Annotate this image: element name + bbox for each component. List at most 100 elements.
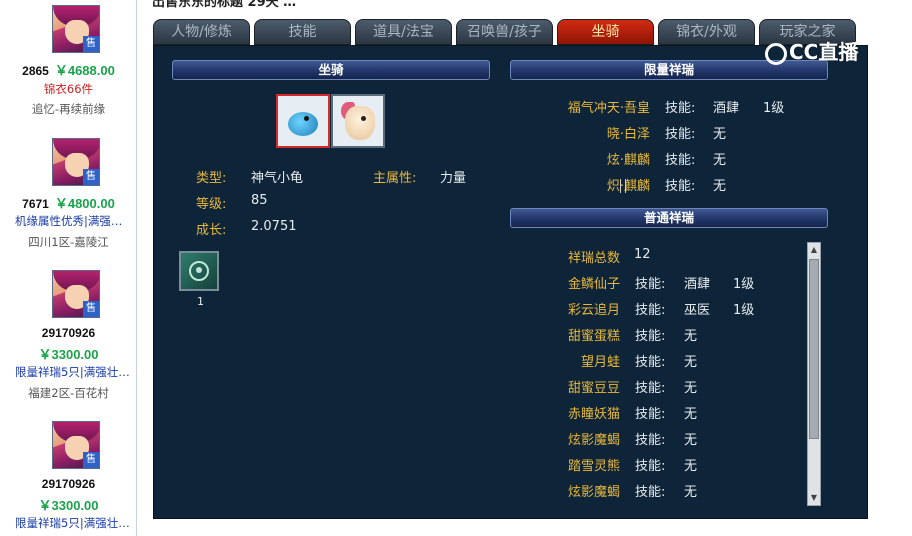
tab-items[interactable]: 道具/法宝 — [355, 19, 452, 45]
item-skill-level: 1级 — [733, 277, 755, 292]
tab-pets[interactable]: 召唤兽/孩子 — [456, 19, 553, 45]
item-name: 甜蜜豆豆 — [567, 381, 620, 396]
tab-outfits[interactable]: 锦衣/外观 — [658, 19, 755, 45]
listing-server: 四川1区-嘉陵江 — [28, 235, 109, 249]
item-skill-value: 无 — [713, 153, 727, 168]
item-name: 炽·麒麟 — [606, 179, 650, 194]
item-name: 赤瞳妖猫 — [567, 407, 620, 422]
item-skill-label: 技能: — [635, 485, 666, 500]
scroll-down-icon[interactable]: ▼ — [808, 491, 820, 505]
tab-mounts[interactable]: 坐骑 — [557, 19, 654, 45]
role-detail-panel: 人物/修炼 技能 道具/法宝 召唤兽/孩子 坐骑 锦衣/外观 玩家之家 坐骑 类… — [152, 16, 869, 520]
item-skill-value: 无 — [713, 179, 727, 194]
item-skill-label: 技能: — [635, 355, 666, 370]
level-value: 85 — [251, 193, 268, 208]
listing-price: ￥4688.00 — [54, 63, 115, 78]
item-skill-label: 技能: — [635, 381, 666, 396]
item-skill-level: 1级 — [733, 303, 755, 318]
listing-server: 追忆-再续前缘 — [31, 102, 106, 116]
listing-desc[interactable]: 限量祥瑞5只|满强壮… — [0, 515, 137, 531]
mount-tab-content: 坐骑 类型: 神气小龟 主属性: 力量 等级: 85 成长: 2.0751 1 … — [153, 45, 868, 519]
main-attr-label: 主属性: — [373, 171, 417, 186]
item-skill-label: 技能: — [665, 101, 696, 116]
item-name: 甜蜜蛋糕 — [567, 329, 620, 344]
mount-horse-icon[interactable] — [331, 94, 385, 148]
item-skill-value: 无 — [684, 485, 698, 500]
tab-character[interactable]: 人物/修炼 — [153, 19, 250, 45]
item-skill-value: 无 — [684, 407, 698, 422]
sell-badge: 售 — [83, 169, 99, 185]
item-name: 炫·麒麟 — [606, 153, 650, 168]
listing-desc[interactable]: 限量祥瑞5只|满强壮… — [0, 364, 137, 380]
listing-id: 7671 — [22, 197, 49, 211]
item-skill-label: 技能: — [635, 277, 666, 292]
listing-id: 29170926 — [41, 326, 96, 340]
item-skill-value: 酒肆 — [684, 277, 711, 292]
listing-price: ￥3300.00 — [38, 347, 99, 362]
item-name: 彩云追月 — [567, 303, 620, 318]
type-label: 类型: — [196, 171, 227, 186]
item-skill-label: 技能: — [635, 433, 666, 448]
item-name: 晓·白泽 — [606, 127, 650, 142]
item-skill-value: 酒肆 — [713, 101, 740, 116]
total-value: 12 — [634, 247, 651, 262]
level-label: 等级: — [196, 197, 227, 212]
item-skill-label: 技能: — [665, 127, 696, 142]
listing-desc[interactable]: 机缘属性优秀|满强… — [0, 213, 137, 229]
total-label: 祥瑞总数 — [567, 251, 620, 266]
listing-sidebar: 售 2865 ￥4688.00 锦衣66件 追忆-再续前缘 售 7671 ￥4800… — [0, 0, 137, 536]
item-name: 福气冲天·吾皇 — [567, 101, 650, 116]
item-name: 望月蛙 — [580, 355, 620, 370]
scroll-thumb[interactable] — [809, 259, 819, 439]
skill-count: 1 — [197, 295, 204, 308]
item-skill-label: 技能: — [635, 329, 666, 344]
listing-title-cutoff: 出售东东的标题 29天 … — [152, 0, 297, 10]
item-skill-value: 无 — [684, 381, 698, 396]
item-skill-level: 1级 — [763, 101, 785, 116]
stream-watermark: CC直播 — [765, 36, 858, 65]
sell-badge: 售 — [83, 36, 99, 52]
item-name: 炫影魔蝎 — [567, 433, 620, 448]
item-skill-label: 技能: — [635, 459, 666, 474]
avatar[interactable]: 售 — [52, 138, 100, 186]
avatar[interactable]: 售 — [52, 421, 100, 469]
main-attr-value: 力量 — [440, 171, 467, 186]
growth-value: 2.0751 — [251, 219, 297, 234]
watermark-text: CC直播 — [789, 40, 859, 64]
listing-price: ￥4800.00 — [54, 196, 115, 211]
mount-panel-title: 坐骑 — [172, 60, 490, 80]
watermark-logo-icon — [765, 42, 787, 65]
item-skill-label: 技能: — [665, 179, 696, 194]
sell-badge: 售 — [83, 452, 99, 468]
listing-server: 福建2区-百花村 — [28, 386, 109, 400]
item-name: 踏雪灵熊 — [567, 459, 620, 474]
item-name: 金鳞仙子 — [567, 277, 620, 292]
item-skill-value: 无 — [684, 355, 698, 370]
item-name: 炫影魔蝎 — [567, 485, 620, 500]
type-value: 神气小龟 — [251, 171, 304, 186]
mount-turtle-icon[interactable] — [276, 94, 330, 148]
item-skill-value: 无 — [684, 433, 698, 448]
item-skill-label: 技能: — [665, 153, 696, 168]
tab-skills[interactable]: 技能 — [254, 19, 351, 45]
tab-bar: 人物/修炼 技能 道具/法宝 召唤兽/孩子 坐骑 锦衣/外观 玩家之家 — [152, 16, 869, 46]
normal-list-scrollbar[interactable]: ▲ ▼ — [807, 242, 821, 506]
listing-price: ￥3300.00 — [38, 498, 99, 513]
item-skill-value: 无 — [684, 459, 698, 474]
item-skill-value: 无 — [684, 329, 698, 344]
avatar[interactable]: 售 — [52, 270, 100, 318]
item-skill-value: 无 — [713, 127, 727, 142]
item-skill-value: 巫医 — [684, 303, 711, 318]
listing-desc[interactable]: 锦衣66件 — [0, 81, 137, 97]
scroll-up-icon[interactable]: ▲ — [808, 243, 820, 257]
item-skill-label: 技能: — [635, 407, 666, 422]
item-skill-label: 技能: — [635, 303, 666, 318]
text-cursor-icon — [620, 179, 626, 193]
sell-badge: 售 — [83, 301, 99, 317]
listing-id: 2865 — [22, 64, 49, 78]
avatar[interactable]: 售 — [52, 5, 100, 53]
growth-label: 成长: — [196, 223, 227, 238]
mount-skill-icon[interactable] — [179, 251, 219, 291]
normal-panel-title: 普通祥瑞 — [510, 208, 828, 228]
listing-id: 29170926 — [41, 477, 96, 491]
